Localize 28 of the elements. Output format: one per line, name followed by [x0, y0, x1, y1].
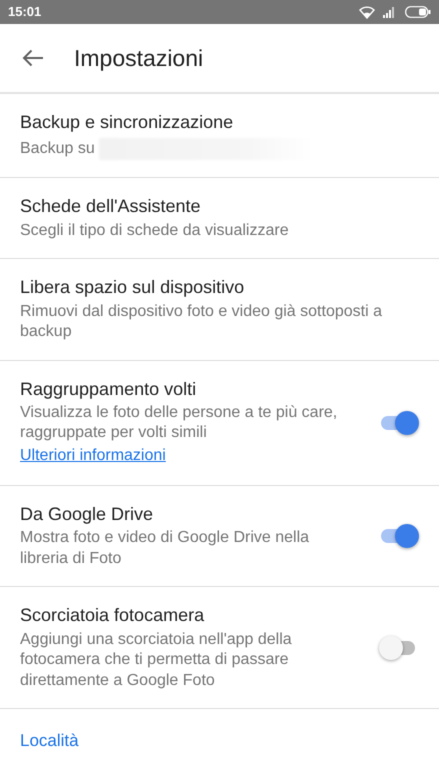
learn-more-link[interactable]: Ulteriori informazioni — [20, 446, 166, 464]
setting-title: Da Google Drive — [20, 502, 154, 526]
toggle-switch[interactable] — [379, 523, 419, 550]
setting-subtitle: Scegli il tipo di schede da visualizzare — [20, 220, 290, 241]
setting-title: Libera spazio sul dispositivo — [20, 276, 246, 300]
settings-item[interactable]: Da Google Drive Mostra foto e video di Google Drive nella libreria di Foto — [0, 486, 439, 588]
setting-subtitle: Rimuovi dal dispositivo foto e video già sottoposti a backup — [20, 302, 383, 342]
setting-title: Raggruppamento volti — [20, 378, 198, 401]
screen-title: Impostazioni — [74, 44, 204, 73]
setting-subtitle: Aggiungi una scorciatoia nell'app della fotocamera che ti permetta di passare direttamente a Google Foto — [20, 630, 293, 691]
section-header: Località — [19, 730, 80, 752]
setting-subtitle: Backup su — [20, 139, 95, 160]
battery-icon — [405, 6, 431, 18]
toggle-switch[interactable] — [379, 410, 419, 436]
setting-subtitle: Visualizza le foto delle persone a te più care, raggruppate per volti simili — [20, 402, 338, 444]
clock-time: 15:01 — [8, 3, 42, 22]
setting-title: Backup e sincronizzazione — [20, 111, 234, 134]
settings-item[interactable]: Raggruppamento volti Visualizza le foto delle persone a te più care, raggruppate per volti simili Ulteriori informazioni — [0, 360, 439, 486]
setting-title: Schede dell'Assistente — [20, 195, 202, 218]
settings-item[interactable]: Backup e sincronizzazione Backup su — [0, 94, 439, 178]
settings-item[interactable]: Libera spazio sul dispositivo Rimuovi dal dispositivo foto e video già sottoposti a backup — [0, 259, 439, 361]
settings-item[interactable]: Schede dell'Assistente Scegli il tipo di schede da visualizzare — [0, 178, 439, 260]
signal-icon — [383, 6, 397, 18]
settings-item[interactable]: Scorciatoia fotocamera Aggiungi una scorciatoia nell'app della fotocamera che ti permetta di passare direttamente a Google Foto — [0, 587, 439, 710]
setting-subtitle: Mostra foto e video di Google Drive nella libreria di Foto — [20, 528, 310, 569]
back-icon[interactable] — [22, 49, 44, 67]
setting-title: Scorciatoia fotocamera — [20, 604, 206, 628]
wifi-icon — [359, 6, 375, 18]
